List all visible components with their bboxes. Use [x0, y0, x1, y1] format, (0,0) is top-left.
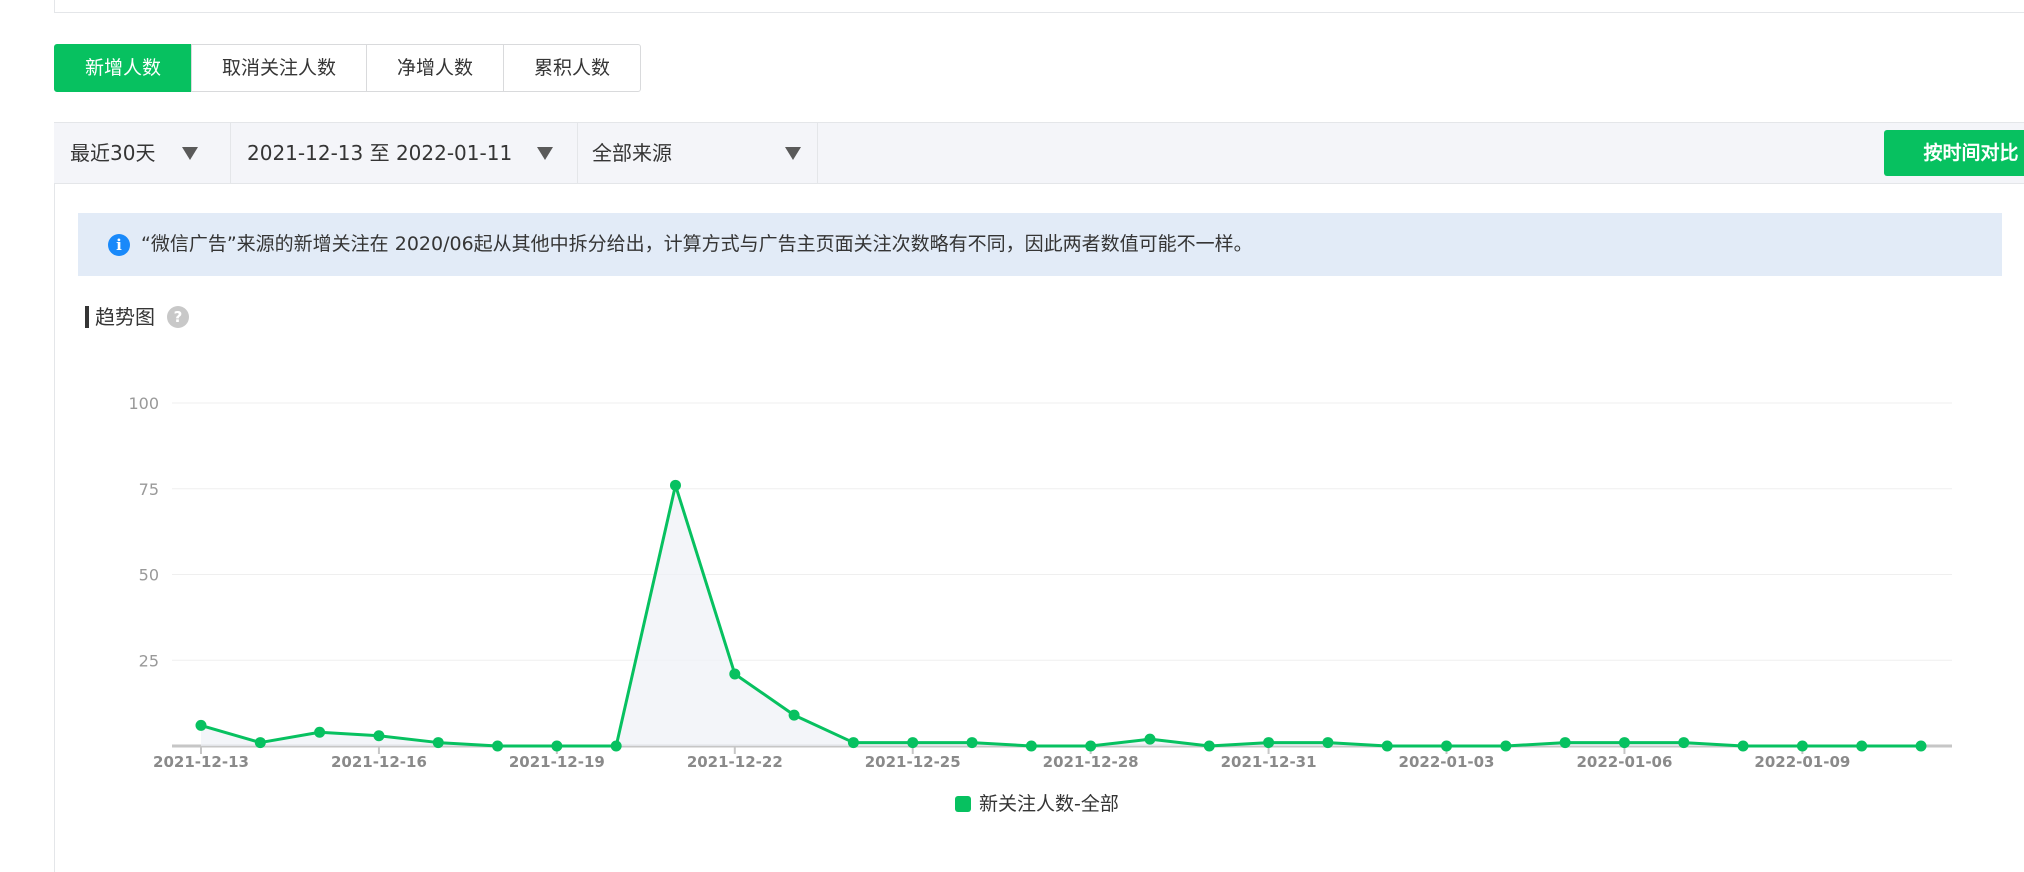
x-tick-label: 2022-01-06	[1576, 753, 1672, 771]
x-tick-label: 2021-12-25	[865, 753, 961, 771]
data-point	[729, 668, 741, 680]
series-line	[200, 483, 1921, 748]
data-point	[254, 737, 266, 749]
data-point	[1915, 740, 1927, 752]
data-point	[1203, 740, 1215, 752]
x-tick-label: 2022-01-03	[1399, 753, 1495, 771]
data-point	[1322, 737, 1334, 749]
x-tick-label: 2021-12-31	[1221, 753, 1317, 771]
series-area	[201, 485, 1921, 746]
x-tick-label: 2021-12-22	[687, 753, 783, 771]
x-tick-label: 2021-12-16	[331, 753, 427, 771]
y-tick-label: 75	[139, 480, 159, 499]
x-tick-label: 2021-12-28	[1043, 753, 1139, 771]
data-point	[907, 737, 919, 749]
data-point	[1618, 737, 1630, 749]
data-point	[1025, 740, 1037, 752]
data-point	[1678, 737, 1690, 749]
data-point	[314, 726, 326, 738]
legend-swatch	[955, 796, 971, 812]
data-point	[432, 737, 444, 749]
data-point	[1500, 740, 1512, 752]
data-point	[1796, 740, 1808, 752]
data-point	[1559, 737, 1571, 749]
data-point	[551, 740, 563, 752]
data-point	[1856, 740, 1868, 752]
data-point	[966, 737, 978, 749]
data-point	[1737, 740, 1749, 752]
data-point	[610, 740, 622, 752]
data-point	[788, 709, 800, 721]
y-tick-label: 50	[139, 566, 159, 585]
data-point	[1144, 733, 1156, 745]
x-tick-label: 2021-12-19	[509, 753, 605, 771]
x-tick-label: 2022-01-09	[1754, 753, 1850, 771]
data-point	[847, 737, 859, 749]
trend-chart: 25 50 75 100 2021-12-13 2021-12-16 2021-12-19 2…	[128, 394, 1952, 815]
legend-label: 新关注人数-全部	[979, 793, 1119, 815]
data-point	[373, 730, 385, 742]
data-point	[1085, 740, 1097, 752]
data-point	[669, 479, 681, 491]
y-tick-label: 100	[128, 394, 159, 413]
data-point	[195, 719, 207, 731]
y-tick-label: 25	[139, 651, 159, 670]
data-point	[1381, 740, 1393, 752]
data-point	[1441, 740, 1453, 752]
data-point	[1263, 737, 1275, 749]
data-point	[492, 740, 504, 752]
x-tick-label: 2021-12-13	[153, 753, 249, 771]
